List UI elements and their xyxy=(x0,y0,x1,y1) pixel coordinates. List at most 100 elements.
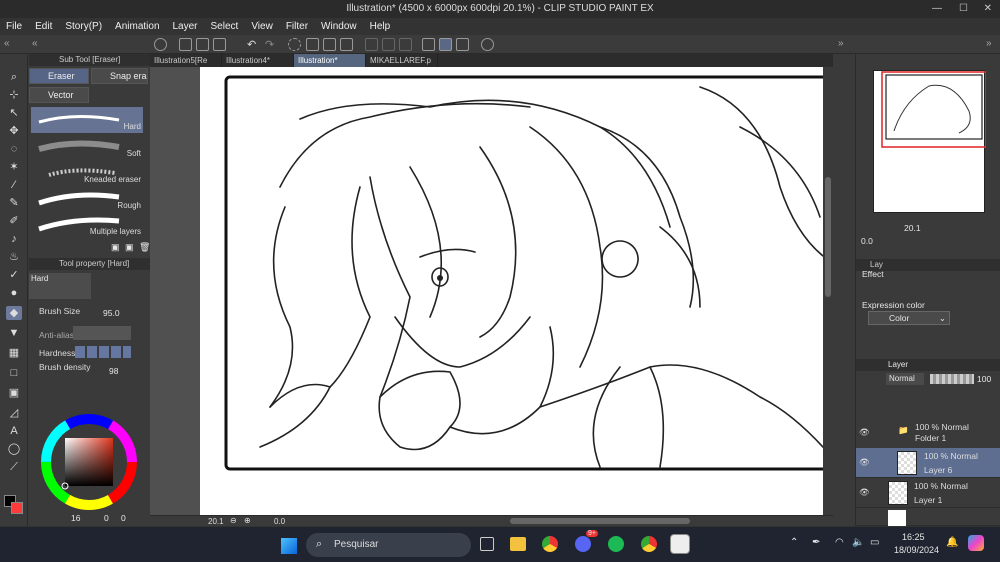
zoom-in-icon[interactable]: ⊕ xyxy=(244,516,251,525)
ruler-tool-icon[interactable]: ◿ xyxy=(6,406,22,420)
brush-size-value[interactable]: 95.0 xyxy=(103,308,120,318)
snap-special-icon[interactable] xyxy=(382,38,395,51)
doc-tab-mikaellaref[interactable]: MIKAELLAREF.p xyxy=(366,54,438,67)
brush-rough[interactable]: Rough xyxy=(31,186,143,212)
subtool-delete-icon[interactable]: 🗑 xyxy=(139,242,150,253)
menu-select[interactable]: Select xyxy=(211,21,239,32)
doc-tab-illustration5[interactable]: Illustration5[Re xyxy=(150,54,222,67)
eraser-tool-icon[interactable]: ◆ xyxy=(6,306,22,320)
text-tool-icon[interactable]: A xyxy=(6,424,22,438)
opacity-slider[interactable] xyxy=(930,374,974,384)
menu-filter[interactable]: Filter xyxy=(286,21,308,32)
start-icon[interactable] xyxy=(281,538,297,554)
visibility-eye-icon[interactable]: 👁 xyxy=(859,427,870,438)
opacity-value[interactable]: 100 xyxy=(977,374,991,384)
brush-tool-icon[interactable]: ♪ xyxy=(6,232,22,246)
horizontal-scrollbar[interactable] xyxy=(510,518,690,524)
sub-color-swatch[interactable] xyxy=(11,502,23,514)
operation-tool-icon[interactable]: ↖ xyxy=(6,106,22,120)
collapse-left-icon-2[interactable]: « xyxy=(32,38,38,49)
airbrush-tool-icon[interactable]: ♨ xyxy=(6,250,22,264)
search-box[interactable]: ⌕ Pesquisar xyxy=(306,533,471,557)
help-icon[interactable] xyxy=(481,38,494,51)
menu-story[interactable]: Story(P) xyxy=(65,21,102,32)
brush-hard[interactable]: Hard xyxy=(31,107,143,133)
transform-icon[interactable] xyxy=(340,38,353,51)
rotation-value[interactable]: 0.0 xyxy=(274,517,285,526)
canvas-area[interactable] xyxy=(150,67,833,515)
lasso-tool-icon[interactable]: ◌ xyxy=(6,142,22,156)
undo-icon[interactable]: ↶ xyxy=(247,38,256,51)
clock-date[interactable]: 18/09/2024 xyxy=(894,545,939,555)
visibility-eye-icon[interactable]: 👁 xyxy=(859,487,870,498)
navigator-preview[interactable] xyxy=(873,70,987,213)
volume-icon[interactable]: 🔈 xyxy=(852,537,864,548)
snap-grid-icon[interactable] xyxy=(399,38,412,51)
figure-tool-icon[interactable]: □ xyxy=(6,366,22,380)
zoom-out-icon[interactable]: ⊖ xyxy=(230,516,237,525)
tray-chevron-icon[interactable]: ⌃ xyxy=(790,537,798,548)
fill-tool-icon[interactable]: ▼ xyxy=(6,326,22,340)
menu-edit[interactable]: Edit xyxy=(35,21,52,32)
layer-row-paper[interactable] xyxy=(856,508,1000,526)
collapse-right-icon[interactable]: » xyxy=(838,38,844,49)
collapse-left-icon[interactable]: « xyxy=(4,38,10,49)
chrome-icon[interactable] xyxy=(542,536,558,552)
subtool-add-icon[interactable]: ▣ xyxy=(111,242,120,253)
tab-vector[interactable]: Vector xyxy=(29,87,89,103)
menu-file[interactable]: File xyxy=(6,21,22,32)
clip-studio-taskbar-icon[interactable] xyxy=(670,534,690,554)
antialias-selector[interactable] xyxy=(73,326,131,340)
color-wheel[interactable] xyxy=(39,412,139,512)
decoration-tool-icon[interactable]: ✓ xyxy=(6,268,22,282)
clip-studio-icon[interactable] xyxy=(154,38,167,51)
subtool-copy-icon[interactable]: ▣ xyxy=(125,242,134,253)
nav-rotation-value[interactable]: 0.0 xyxy=(861,236,873,246)
chrome-profile-icon[interactable] xyxy=(641,536,657,552)
frame-tool-icon[interactable]: ▣ xyxy=(6,386,22,400)
menu-window[interactable]: Window xyxy=(321,21,357,32)
doc-tab-illustration[interactable]: Illustration* xyxy=(294,54,366,67)
settings-icon[interactable] xyxy=(456,38,469,51)
battery-icon[interactable]: ▭ xyxy=(870,537,879,548)
file-explorer-icon[interactable] xyxy=(510,537,526,551)
doc-tab-illustration4[interactable]: Illustration4* xyxy=(222,54,294,67)
menu-view[interactable]: View xyxy=(251,21,273,32)
layer-row-layer1[interactable]: 👁 100 % Normal Layer 1 xyxy=(856,478,1000,508)
stabilizer-icon[interactable] xyxy=(422,38,435,51)
correct-line-tool-icon[interactable]: ⟋ xyxy=(6,460,22,474)
clock-time[interactable]: 16:25 xyxy=(902,532,925,542)
density-value[interactable]: 98 xyxy=(109,366,118,376)
save-icon[interactable] xyxy=(213,38,226,51)
blend-tool-icon[interactable]: ● xyxy=(6,286,22,300)
pen-tray-icon[interactable]: ✒ xyxy=(812,537,820,548)
close-button[interactable]: ✕ xyxy=(984,0,992,18)
expression-color-dropdown[interactable]: Color ⌄ xyxy=(868,311,950,325)
gradient-tool-icon[interactable]: ▦ xyxy=(6,346,22,360)
canvas-paper[interactable] xyxy=(200,67,833,515)
snap-ruler-icon[interactable] xyxy=(365,38,378,51)
pen-tool-icon[interactable]: ✎ xyxy=(6,196,22,210)
hardness-slider[interactable] xyxy=(75,346,131,358)
open-folder-icon[interactable] xyxy=(196,38,209,51)
zoom-tool-icon[interactable]: ⌕ xyxy=(6,70,22,84)
tab-snap-erase[interactable]: Snap erase xyxy=(91,68,148,84)
collapse-right-icon-2[interactable]: » xyxy=(986,38,992,49)
wifi-icon[interactable]: ◠ xyxy=(835,537,844,548)
layer-row-layer6[interactable]: 👁 100 % Normal Layer 6 xyxy=(856,448,1000,478)
new-file-icon[interactable] xyxy=(179,38,192,51)
visibility-eye-icon[interactable]: 👁 xyxy=(859,457,870,468)
task-view-icon[interactable] xyxy=(480,537,494,551)
notification-bell-icon[interactable]: 🔔 xyxy=(946,537,958,548)
move-layer-tool-icon[interactable]: ✥ xyxy=(6,124,22,138)
vertical-scrollbar[interactable] xyxy=(823,67,833,515)
spotify-icon[interactable] xyxy=(608,536,624,552)
redo-icon[interactable]: ↷ xyxy=(265,38,274,51)
brush-kneaded[interactable]: Kneaded eraser xyxy=(31,160,143,186)
deselect-icon[interactable] xyxy=(288,38,301,51)
eyedropper-icon[interactable]: ⁄ xyxy=(6,178,22,192)
layer-row-folder[interactable]: 👁 📁 100 % Normal Folder 1 xyxy=(856,419,1000,449)
brush-multiple-layers[interactable]: Multiple layers xyxy=(31,212,143,238)
move-tool-icon[interactable]: ⊹ xyxy=(6,88,22,102)
menu-animation[interactable]: Animation xyxy=(115,21,159,32)
